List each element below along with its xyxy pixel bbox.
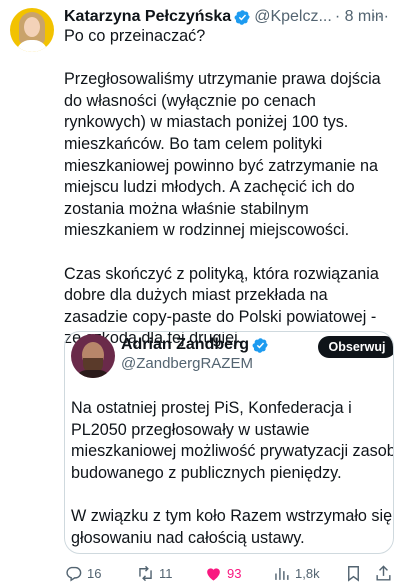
quoted-author-name-row: Adrian Zandberg bbox=[121, 336, 269, 354]
share-icon bbox=[376, 564, 391, 581]
quoted-tweet[interactable]: Adrian Zandberg @ZandbergRAZEM Obserwuj … bbox=[64, 331, 394, 554]
author-name[interactable]: Katarzyna Pełczyńska bbox=[64, 8, 231, 26]
bookmark-button[interactable] bbox=[344, 564, 367, 583]
quoted-author-handle[interactable]: @ZandbergRAZEM bbox=[121, 355, 253, 372]
views-count: 1,8k bbox=[295, 565, 320, 581]
reply-icon bbox=[66, 566, 82, 582]
action-bar: 16 11 93 1,8k bbox=[64, 562, 394, 584]
tweet-header: Katarzyna Pełczyńska @Kpelcz... · 8 min … bbox=[64, 7, 390, 27]
like-button[interactable]: 93 bbox=[204, 564, 241, 583]
author-avatar[interactable] bbox=[10, 8, 54, 52]
views-icon bbox=[275, 567, 289, 580]
bookmark-icon bbox=[348, 565, 359, 582]
reply-count: 16 bbox=[87, 565, 102, 581]
retweet-button[interactable]: 11 bbox=[136, 564, 173, 583]
share-button[interactable] bbox=[374, 564, 397, 583]
verified-badge-icon bbox=[234, 9, 250, 25]
quoted-author-name[interactable]: Adrian Zandberg bbox=[121, 336, 249, 354]
retweet-icon bbox=[139, 565, 152, 581]
author-handle[interactable]: @Kpelcz... bbox=[254, 8, 332, 26]
verified-badge-icon bbox=[252, 337, 268, 353]
retweet-count: 11 bbox=[159, 565, 173, 581]
like-count: 93 bbox=[227, 565, 242, 581]
follow-button[interactable]: Obserwuj bbox=[318, 336, 393, 358]
quoted-author-avatar[interactable] bbox=[71, 334, 115, 378]
more-options-icon[interactable]: ··· bbox=[371, 8, 390, 26]
tweet-text: Po co przeinaczać? Przegłosowaliśmy utrz… bbox=[64, 27, 381, 348]
heart-icon bbox=[207, 567, 220, 581]
reply-button[interactable]: 16 bbox=[64, 564, 101, 583]
quoted-tweet-text: Na ostatniej prostej PiS, Konfederacja i… bbox=[71, 399, 393, 547]
views-button[interactable]: 1,8k bbox=[272, 564, 320, 583]
